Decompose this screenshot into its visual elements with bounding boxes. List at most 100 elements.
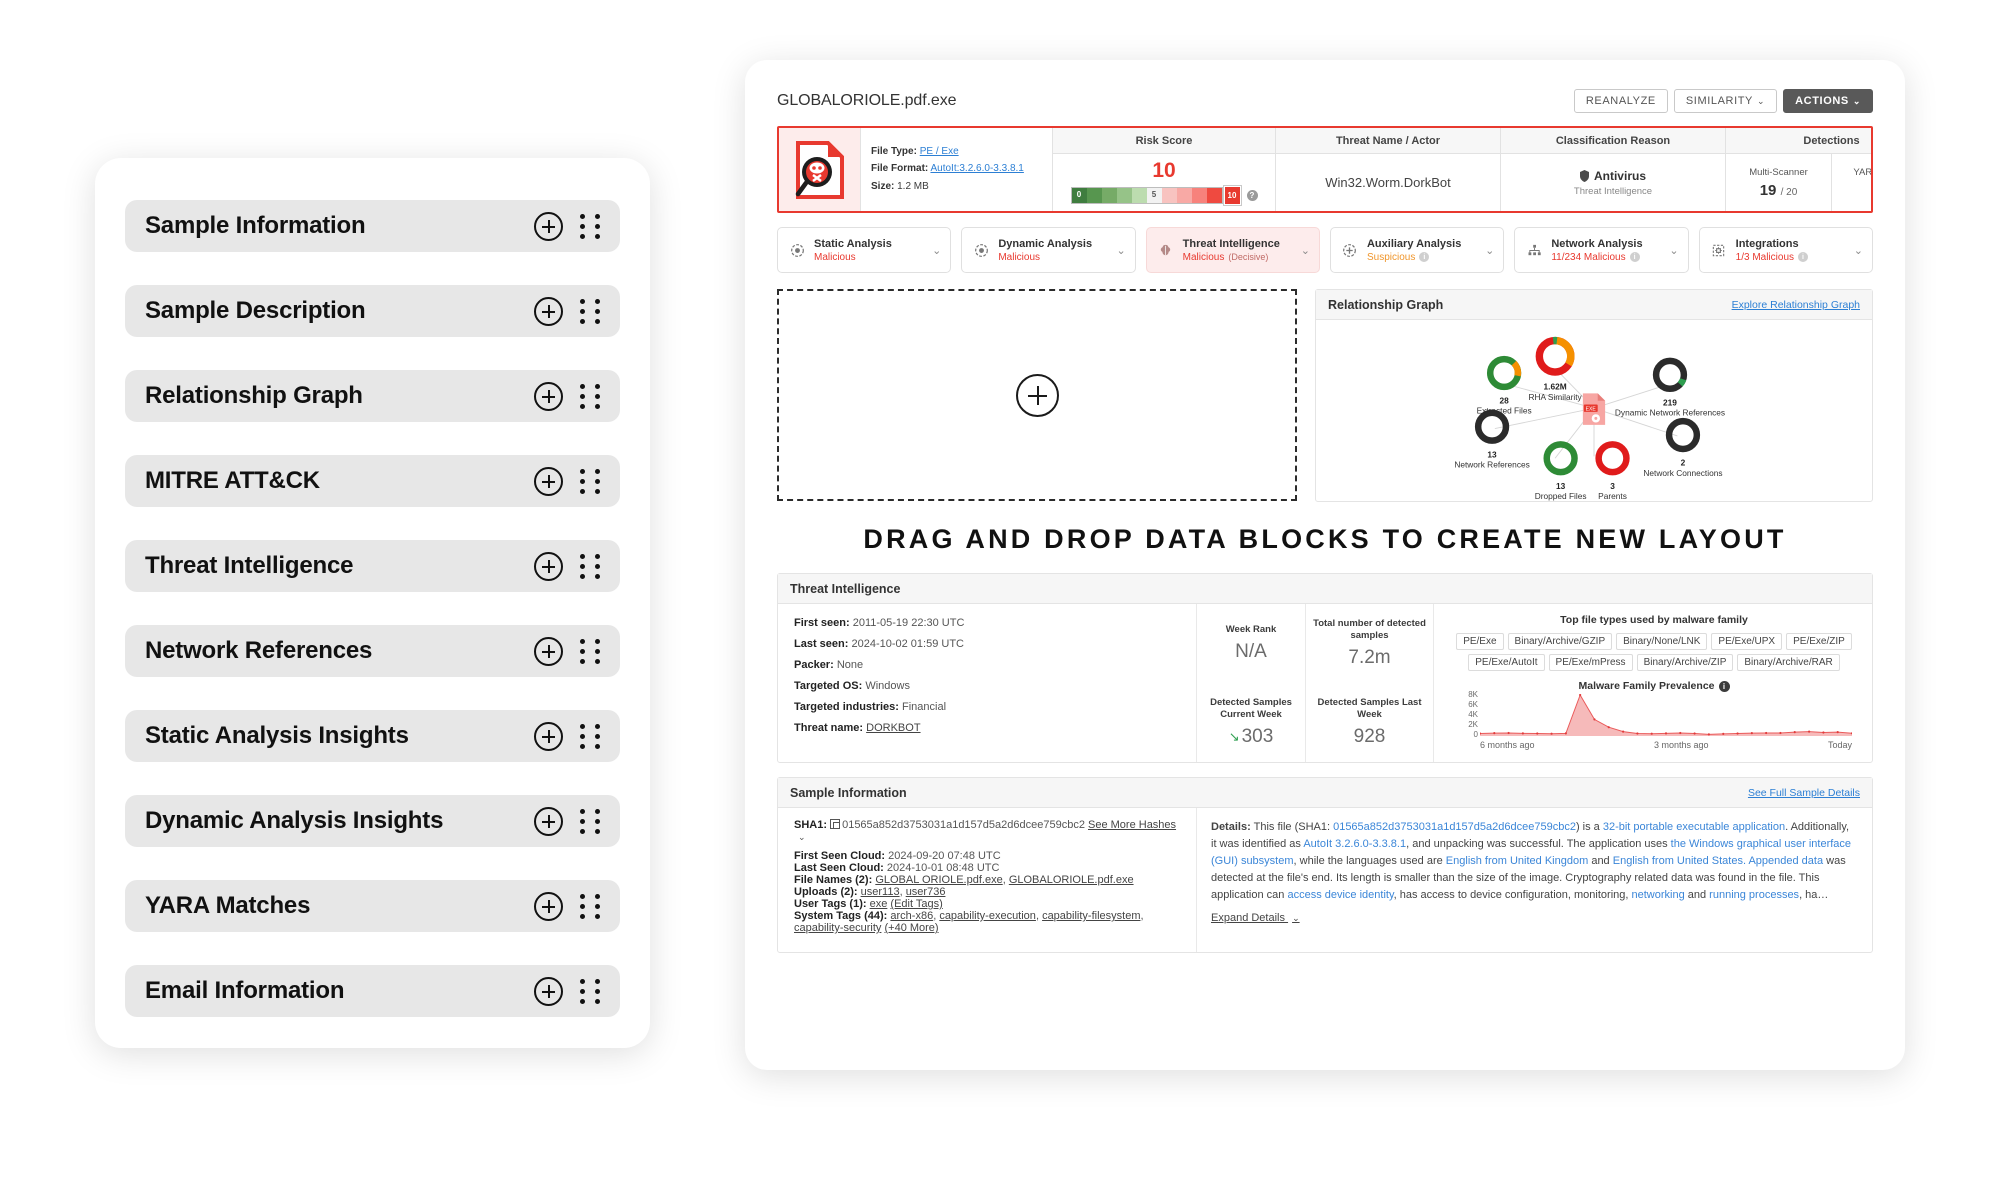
file-type-tag[interactable]: PE/Exe/UPX [1711,633,1783,650]
data-block-item[interactable]: Threat Intelligence [125,540,620,592]
chevron-down-icon[interactable]: ⌄ [1116,244,1125,257]
svg-text:219: 219 [1663,397,1677,407]
details-link[interactable]: running processes [1709,889,1799,901]
actions-button[interactable]: ACTIONS ⌄ [1783,89,1873,113]
file-type-tag[interactable]: Binary/Archive/ZIP [1636,654,1734,671]
data-block-item[interactable]: Static Analysis Insights [125,710,620,762]
add-block-icon[interactable] [534,636,563,666]
drag-handle-icon[interactable] [580,978,602,1004]
drag-handle-icon[interactable] [580,723,602,749]
data-block-item[interactable]: Network References [125,625,620,677]
threat-intelligence-title: Threat Intelligence [790,581,901,596]
details-link[interactable]: networking [1632,889,1685,901]
info-icon[interactable]: i [1419,252,1430,262]
file-type-value[interactable]: PE / Exe [920,146,959,157]
sample-info-link[interactable]: capability-filesystem [1042,910,1140,922]
info-icon[interactable]: i [1629,252,1640,262]
add-block-icon[interactable] [534,721,563,751]
drag-handle-icon[interactable] [580,553,602,579]
see-more-hashes-link[interactable]: See More Hashes [1088,819,1176,831]
drag-handle-icon[interactable] [580,893,602,919]
relationship-graph-canvas[interactable]: 1.62M RHA Similarity 28 Extracted Files [1316,320,1872,501]
data-block-item[interactable]: Email Information [125,965,620,1017]
file-type-tag[interactable]: PE/Exe/mPress [1548,654,1633,671]
file-type-tag[interactable]: Binary/Archive/RAR [1737,654,1840,671]
data-block-item[interactable]: Sample Information [125,200,620,252]
add-block-icon[interactable] [534,976,563,1006]
drag-handle-icon[interactable] [580,383,602,409]
see-full-sample-details-link[interactable]: See Full Sample Details [1748,787,1860,799]
file-type-tag[interactable]: Binary/Archive/GZIP [1507,633,1613,650]
file-type-tag[interactable]: Binary/None/LNK [1616,633,1708,650]
details-link[interactable]: AutoIt 3.2.6.0-3.3.8.1 [1303,838,1406,850]
add-block-icon[interactable] [534,806,563,836]
add-block-icon[interactable] [534,211,563,241]
file-type-tag[interactable]: PE/Exe/ZIP [1786,633,1852,650]
info-icon[interactable]: i [1718,680,1730,692]
file-type-label: File Type: [871,145,917,157]
sample-info-link[interactable]: user113 [861,886,900,898]
sample-info-link[interactable]: exe [870,898,888,910]
file-type-tag[interactable]: PE/Exe [1456,633,1504,650]
plus-circle-icon[interactable] [1015,373,1059,417]
sample-info-extra[interactable]: (Edit Tags) [890,898,942,910]
analysis-pill[interactable]: Network Analysis 11/234 Malicious i ⌄ [1514,227,1689,273]
sample-info-link[interactable]: capability-execution [939,910,1036,922]
similarity-button[interactable]: SIMILARITY ⌄ [1673,89,1778,113]
data-block-item[interactable]: MITRE ATT&CK [125,455,620,507]
details-link[interactable]: access device identity [1287,889,1393,901]
analysis-pill[interactable]: Threat Intelligence Malicious (Decisive) ⌄ [1145,227,1320,273]
drag-handle-icon[interactable] [580,638,602,664]
copy-icon[interactable] [830,819,841,829]
sample-info-link[interactable]: GLOBAL ORIOLE.pdf.exe [875,874,1002,886]
add-block-icon[interactable] [534,551,563,581]
sample-info-link[interactable]: GLOBALORIOLE.pdf.exe [1009,874,1134,886]
analysis-pill[interactable]: Integrations 1/3 Malicious i ⌄ [1698,227,1873,273]
yara-matches-stat: YARA Matches 11 [1832,154,1871,211]
details-link[interactable]: English from United States. Appended dat… [1613,855,1823,867]
analysis-pill[interactable]: Auxiliary Analysis Suspicious i ⌄ [1329,227,1505,273]
sample-info-link[interactable]: arch-x86 [890,910,933,922]
sample-info-link[interactable]: user736 [906,886,946,898]
details-link[interactable]: 32-bit portable executable application [1603,821,1785,833]
chevron-down-icon[interactable]: ⌄ [932,244,941,257]
field-value[interactable]: DORKBOT [866,722,920,734]
chevron-down-icon[interactable]: ⌄ [1669,244,1678,257]
info-icon[interactable]: i [1798,252,1808,262]
drop-target-area[interactable] [777,289,1297,501]
chevron-down-icon: ⌄ [1852,96,1861,106]
help-icon[interactable]: ? [1246,190,1258,201]
add-block-icon[interactable] [534,296,563,326]
reanalyze-button[interactable]: REANALYZE [1573,89,1668,113]
explore-relationship-graph-link[interactable]: Explore Relationship Graph [1732,299,1860,311]
data-block-item[interactable]: Sample Description [125,285,620,337]
svg-text:Parents: Parents [1598,491,1627,501]
analysis-pill[interactable]: Static Analysis Malicious ⌄ [777,227,952,273]
data-block-item[interactable]: YARA Matches [125,880,620,932]
add-block-icon[interactable] [534,466,563,496]
file-format-value[interactable]: AutoIt:3.2.6.0-3.3.8.1 [930,163,1023,174]
risk-score-header: Risk Score [1053,128,1276,154]
add-block-icon[interactable] [534,381,563,411]
drag-handle-icon[interactable] [580,213,602,239]
chevron-down-icon[interactable]: ⌄ [798,832,806,842]
drag-handle-icon[interactable] [580,808,602,834]
drag-handle-icon[interactable] [580,468,602,494]
analysis-pill[interactable]: Dynamic Analysis Malicious ⌄ [961,227,1136,273]
drag-handle-icon[interactable] [580,298,602,324]
data-block-item[interactable]: Relationship Graph [125,370,620,422]
add-block-icon[interactable] [534,891,563,921]
sample-info-link[interactable]: capability-security [794,922,881,934]
chevron-down-icon[interactable]: ⌄ [1301,244,1310,257]
prevalence-title: Malware Family Prevalence [1578,680,1715,692]
details-fragment: and [1588,855,1613,868]
chevron-down-icon[interactable]: ⌄ [1854,244,1863,257]
chevron-down-icon[interactable]: ⌄ [1485,244,1494,257]
details-link[interactable]: English from United Kingdom [1446,855,1588,867]
data-block-item[interactable]: Dynamic Analysis Insights [125,795,620,847]
expand-details-link[interactable]: Expand Details ⌄ [1211,912,1300,924]
file-type-tag[interactable]: PE/Exe/AutoIt [1468,654,1545,671]
details-link[interactable]: 01565a852d3753031a1d157d5a2d6dcee759cbc2 [1333,821,1576,833]
data-blocks-palette: Sample Information Sample Description Rela… [95,158,650,1048]
sample-info-extra[interactable]: (+40 More) [884,922,938,934]
